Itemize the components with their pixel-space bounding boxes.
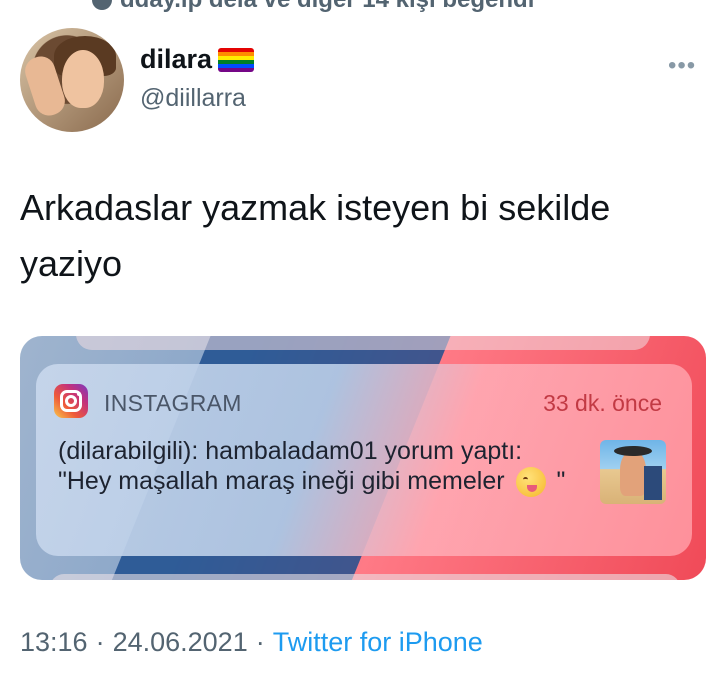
notification-body: (dilarabilgili): hambaladam01 yorum yapt… bbox=[58, 436, 578, 498]
notification-thumbnail bbox=[600, 440, 666, 504]
notification-body-quote: " bbox=[549, 467, 566, 495]
stacked-notification-bottom bbox=[50, 574, 680, 580]
tweet-date[interactable]: 24.06.2021 bbox=[113, 627, 248, 657]
liked-by-strip[interactable]: dday.ip dela ve diğer 14 kişi beğendi bbox=[0, 0, 707, 14]
avatar[interactable] bbox=[20, 28, 124, 132]
notification-time: 33 dk. önce bbox=[543, 390, 662, 416]
stacked-notification-top bbox=[76, 336, 650, 350]
notification-body-text: (dilarabilgili): hambaladam01 yorum yapt… bbox=[58, 437, 523, 495]
instagram-notification: INSTAGRAM 33 dk. önce (dilarabilgili): h… bbox=[36, 364, 692, 556]
display-name-text: dilara bbox=[140, 44, 213, 74]
user-handle[interactable]: @diillarra bbox=[140, 84, 246, 113]
tweet-footer: 13:16 · 24.06.2021 · Twitter for iPhone bbox=[20, 627, 483, 658]
rainbow-flag-icon bbox=[218, 47, 255, 72]
tweet-time[interactable]: 13:16 bbox=[20, 627, 88, 657]
tweet-text: Arkadaslar yazmak isteyen bi sekilde yaz… bbox=[20, 187, 611, 284]
yum-face-icon bbox=[515, 467, 546, 498]
heart-icon bbox=[92, 0, 112, 10]
instagram-icon bbox=[54, 384, 88, 418]
footer-separator: · bbox=[95, 627, 105, 657]
avatar-face bbox=[62, 50, 104, 108]
notification-app-name: INSTAGRAM bbox=[104, 390, 242, 416]
footer-separator: · bbox=[255, 627, 265, 657]
more-options-icon[interactable]: ••• bbox=[668, 52, 696, 80]
display-name[interactable]: dilara bbox=[140, 44, 255, 75]
tweet-source-link[interactable]: Twitter for iPhone bbox=[273, 627, 483, 657]
liked-by-text: dday.ip dela ve diğer 14 kişi beğendi bbox=[120, 0, 534, 14]
